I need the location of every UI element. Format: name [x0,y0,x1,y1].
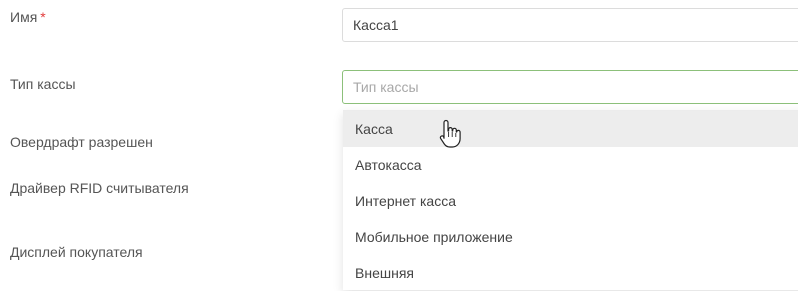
cash-type-label: Тип кассы [10,76,76,92]
required-mark: * [40,9,46,25]
cash-type-dropdown: Касса Автокасса Интернет касса Мобильное… [343,110,798,290]
name-input[interactable] [342,8,798,42]
customer-display-label: Дисплей покупателя [10,244,143,260]
cash-type-select[interactable] [342,70,798,104]
dropdown-option-internet-kassa[interactable]: Интернет касса [343,183,798,219]
dropdown-option-kassa[interactable]: Касса [343,111,798,147]
dropdown-option-avtokassa[interactable]: Автокасса [343,147,798,183]
name-label: Имя * [10,9,46,25]
dropdown-option-external[interactable]: Внешняя [343,255,798,290]
name-label-text: Имя [10,9,38,25]
rfid-driver-label: Драйвер RFID считывателя [10,180,189,196]
overdraft-label: Овердрафт разрешен [10,134,153,150]
dropdown-option-mobile-app[interactable]: Мобильное приложение [343,219,798,255]
